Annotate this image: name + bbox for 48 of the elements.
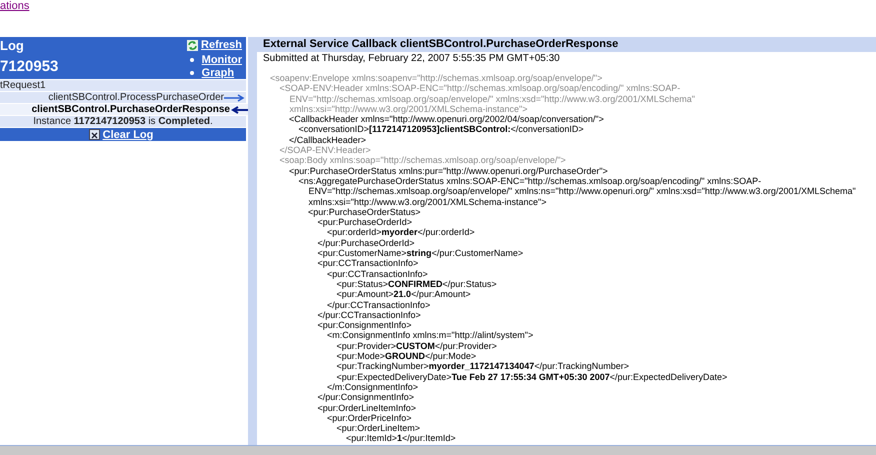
- xml-line: </pur:CCTransactionInfo>: [318, 310, 421, 320]
- xml-line: <pur:TrackingNumber>myorder_1172147134047</pur:TrackingNumber>: [336, 361, 630, 372]
- xml-line: <m:ConsignmentInfo xmlns:m="http://alint/system">: [327, 330, 534, 341]
- xml-line: <pur:ItemId>1</pur:ItemId>: [346, 433, 457, 444]
- instance-id: 7120953: [0, 58, 58, 74]
- xml-line: <pur:Provider>CUSTOM</pur:Provider>: [336, 340, 498, 352]
- xml-line: <pur:OrderPriceInfo>: [327, 412, 412, 424]
- clear-log-link[interactable]: Clear Log: [88, 128, 154, 140]
- xml-line: <conversationID>[1172147120953]clientSBControl:</conversationID>: [298, 124, 585, 135]
- xml-line: <pur:Amount>21.0</pur:Amount>: [336, 289, 472, 300]
- breadcrumb-link[interactable]: ations: [0, 0, 30, 12]
- xml-line: <pur:Status>CONFIRMED</pur:Status>: [336, 278, 498, 290]
- refresh-icon: [187, 40, 198, 50]
- xml-line: </SOAP-ENV:Header>: [280, 145, 372, 156]
- xml-line: </pur:CCTransactionInfo>: [327, 300, 432, 310]
- log-entry[interactable]: tRequest1: [0, 80, 246, 91]
- xml-line: <ns:AggregatePurchaseOrderStatus xmlns:SOAP-ENC="http://schemas.xmlsoap.org/soap/encoding/" xmlns:SOAP-ENV="http://schemas.xmlsoap.org/soap/envelope/" xmlns:ns="http://www.openuri.org/" xmlns:xsd="http://www.w3.org/2001/XMLSchema" xmlns:xsi="http://www.w3.org/2001/XMLSchema-instance">: [298, 176, 857, 207]
- xml-line: <soapenv:Envelope xmlns:soapenv="http://schemas.xmlsoap.org/soap/envelope/">: [270, 73, 604, 84]
- xml-line: <SOAP-ENV:Header xmlns:SOAP-ENC="http://schemas.xmlsoap.org/soap/encoding/" xmlns:SOAP-ENV="http://schemas.xmlsoap.org/soap/envelope/" xmlns:xsd="http://www.w3.org/2001/XMLSchema" xmlns:xsi="http://www.w3.org/2001/XMLSchema-instance">: [280, 83, 696, 114]
- panel-title: Log: [0, 38, 24, 52]
- log-entry[interactable]: clientSBControl.ProcessPurchaseOrder: [0, 92, 246, 103]
- xml-line: <pur:CustomerName>string</pur:CustomerName>: [318, 248, 524, 258]
- xml-line: <pur:PurchaseOrderStatus>: [308, 206, 421, 218]
- xml-line: <pur:ConsignmentInfo>: [318, 320, 413, 330]
- submitted-text: Submitted at Thursday, February 22, 2007 5:55:35 PM GMT+05:30: [262, 52, 561, 65]
- xml-line: <pur:Mode>GROUND</pur:Mode>: [336, 351, 478, 362]
- refresh-link[interactable]: Refresh: [187, 39, 242, 51]
- xml-line: </pur:PurchaseOrderId>: [318, 238, 416, 248]
- xml-line: <pur:CCTransactionInfo>: [327, 268, 429, 279]
- nav-link[interactable]: Graph: [190, 66, 242, 78]
- xml-line: <pur:PurchaseOrderId>: [318, 217, 414, 228]
- xml-line: </pur:ConsignmentInfo>: [318, 392, 416, 402]
- splitter-bar[interactable]: [248, 37, 257, 446]
- xml-line: <CallbackHeader xmlns="http://www.openuri.org/2002/04/soap/conversation/">: [289, 114, 605, 124]
- detail-title: External Service Callback clientSBControl.PurchaseOrderResponse: [257, 37, 876, 52]
- clear-icon: [88, 129, 100, 140]
- xml-line: <pur:CCTransactionInfo>: [318, 258, 420, 269]
- log-entry[interactable]: Instance 1172147120953 is Completed.: [0, 116, 246, 127]
- xml-line: <pur:ExpectedDeliveryDate>Tue Feb 27 17:55:34 GMT+05:30 2007</pur:ExpectedDeliveryDate>: [336, 372, 728, 382]
- xml-line: <pur:OrderLineItem>: [336, 423, 422, 434]
- xml-line: <pur:PurchaseOrderStatus xmlns:pur="http://www.openuri.org/PurchaseOrder">: [289, 166, 609, 176]
- xml-line: <soap:Body xmlns:soap="http://schemas.xmlsoap.org/soap/envelope/">: [280, 155, 567, 166]
- xml-line: </CallbackHeader>: [289, 134, 368, 146]
- right-arrow-icon: [224, 94, 246, 102]
- xml-line: <pur:OrderLineItemInfo>: [318, 402, 418, 413]
- xml-line: <pur:orderId>myorder</pur:orderId>: [327, 227, 476, 238]
- nav-link[interactable]: Monitor: [190, 54, 242, 66]
- xml-line: </m:ConsignmentInfo>: [327, 382, 418, 392]
